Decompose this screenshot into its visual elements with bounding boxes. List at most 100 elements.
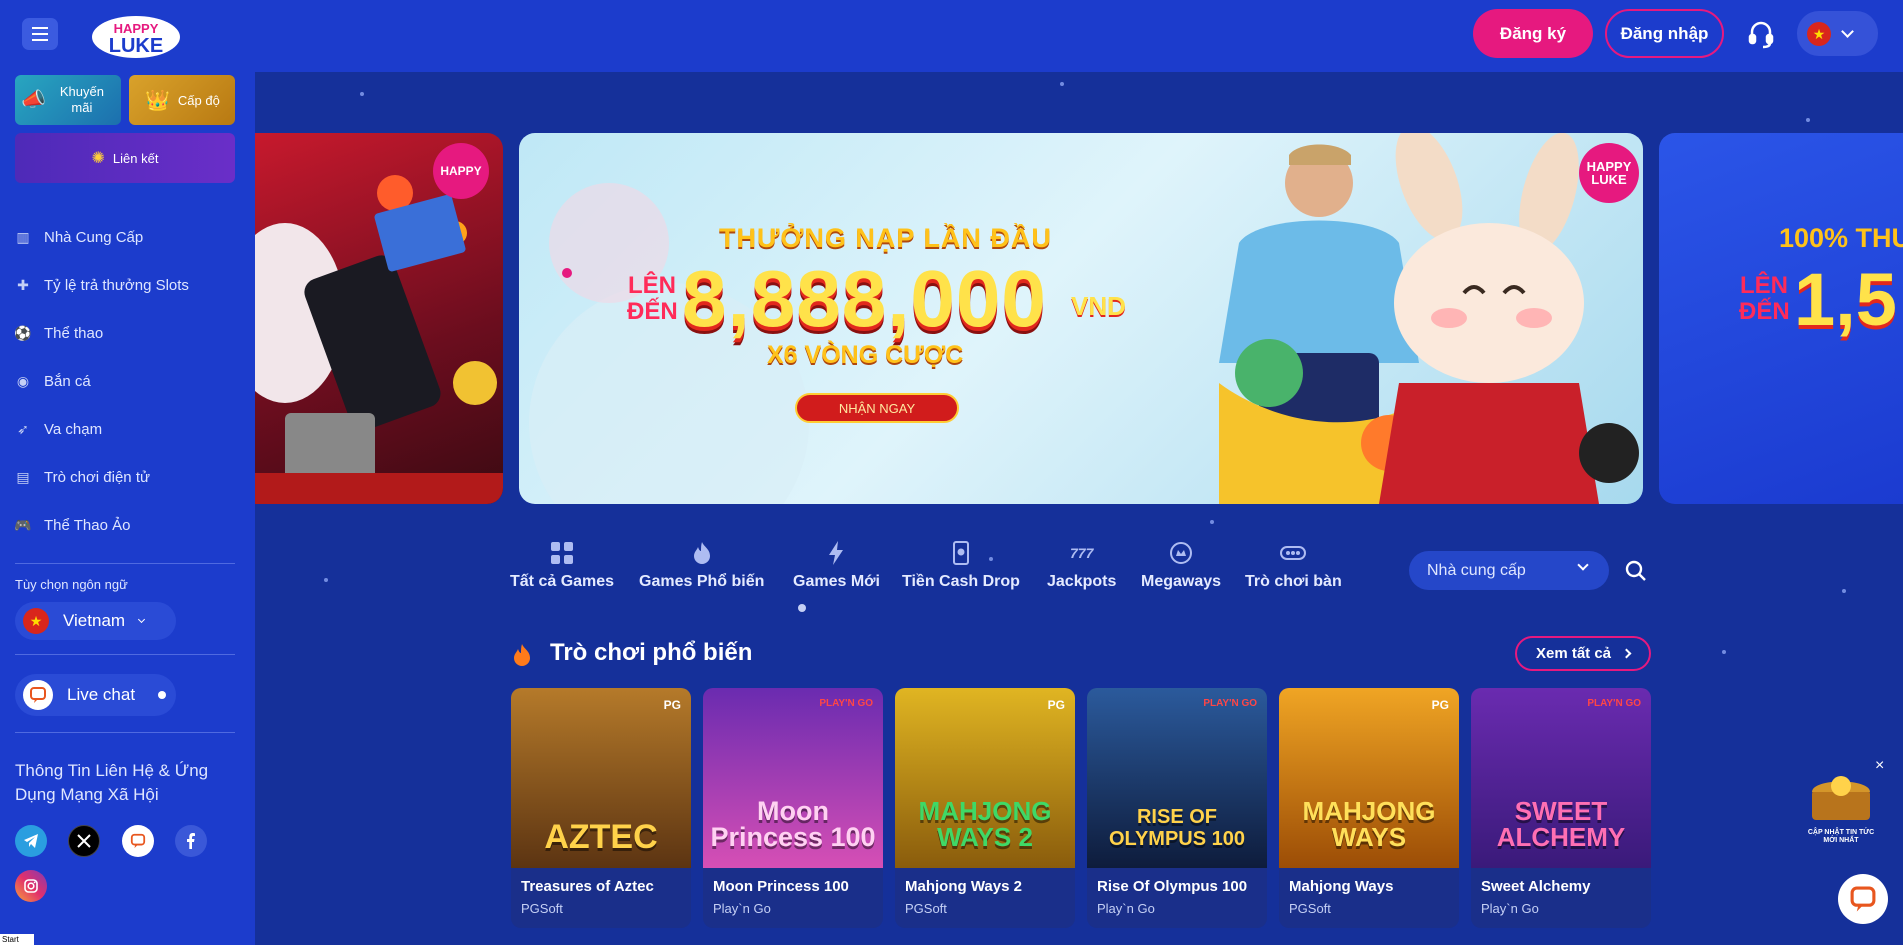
status-dot xyxy=(158,691,166,699)
language-value: Vietnam xyxy=(63,611,126,630)
sidebar-item-label: Bắn cá xyxy=(44,372,91,390)
game-art-title: SWEET ALCHEMY xyxy=(1496,796,1626,852)
language-select[interactable]: ★ Vietnam xyxy=(15,602,176,640)
provider-badge: PLAY'N GO xyxy=(819,698,873,709)
decorative-dot xyxy=(1210,520,1214,524)
search-icon[interactable] xyxy=(1625,560,1647,582)
game-thumbnail: PG AZTEC xyxy=(511,688,691,868)
game-card[interactable]: PG AZTEC Treasures of Aztec PGSoft xyxy=(511,688,691,928)
game-thumbnail: PG MAHJONG WAYS xyxy=(1279,688,1459,868)
fire-icon xyxy=(688,539,716,567)
language-label: Tùy chọn ngôn ngữ xyxy=(15,577,128,592)
affiliate-label: Liên kết xyxy=(112,150,159,166)
tab-popular-games[interactable]: Games Phổ biến xyxy=(639,539,764,599)
banner-prefix: LÊN ĐẾN xyxy=(627,272,678,325)
rocket-icon: ➶ xyxy=(17,420,29,437)
crown-icon: 👑 xyxy=(145,89,170,112)
provider-icon: ▥ xyxy=(16,228,30,245)
claim-now-button[interactable]: NHẬN NGAY xyxy=(795,393,959,423)
provider-filter-placeholder: Nhà cung cấp xyxy=(1427,561,1526,579)
sidebar-item-slots[interactable]: ▤ Trò chơi điện tử xyxy=(14,462,244,492)
level-button[interactable]: 👑 Cấp độ xyxy=(129,75,235,125)
sidebar-item-label: Trò chơi điện tử xyxy=(44,468,151,486)
register-button[interactable]: Đăng ký xyxy=(1473,9,1593,58)
game-name: Treasures of Aztec xyxy=(521,878,654,895)
provider-filter-select[interactable]: Nhà cung cấp xyxy=(1409,551,1609,590)
banner-logo-badge: HAPPY LUKE xyxy=(1579,143,1639,203)
game-card[interactable]: PLAY'N GO Moon Princess 100 Moon Princes… xyxy=(703,688,883,928)
fish-icon: ◉ xyxy=(16,372,30,389)
news-widget-label: CẬP NHẬT TIN TỨC MỚI NHẤT xyxy=(1807,829,1875,844)
headset-support-icon[interactable] xyxy=(1745,18,1777,50)
sidebar-item-provider[interactable]: ▥ Nhà Cung Cấp xyxy=(14,222,244,252)
logo-badge-line1: HAPPY xyxy=(440,164,482,178)
x-twitter-icon[interactable] xyxy=(68,825,100,857)
divider xyxy=(15,654,235,655)
banner-slide-previous[interactable]: HAPPY xyxy=(255,133,503,504)
decorative-dot xyxy=(989,557,993,561)
sidebar-item-slot-rtp[interactable]: ✚ Tỷ lệ trả thưởng Slots xyxy=(14,270,244,300)
game-card[interactable]: PLAY'N GO RISE OF OLYMPUS 100 Rise Of Ol… xyxy=(1087,688,1267,928)
tab-label: Megaways xyxy=(1141,573,1222,590)
sun-icon: ✺ xyxy=(91,150,105,167)
cash-drop-icon xyxy=(947,539,975,567)
next-banner-amount: 1,5 xyxy=(1794,258,1897,341)
banner-slide-next[interactable]: 100% THƯ LÊN ĐẾN 1,5 xyxy=(1659,133,1903,504)
sidebar-item-label: Va chạm xyxy=(44,420,103,438)
game-name: Moon Princess 100 xyxy=(713,878,849,895)
game-card[interactable]: PG MAHJONG WAYS Mahjong Ways PGSoft xyxy=(1279,688,1459,928)
next-banner-prefix: LÊN ĐẾN xyxy=(1739,273,1790,325)
chat-float-button[interactable] xyxy=(1838,874,1888,924)
live-chat-button[interactable]: Live chat xyxy=(15,674,176,716)
happyluke-logo[interactable]: HAPPY LUKE xyxy=(90,10,182,60)
game-thumbnail: PLAY'N GO Moon Princess 100 xyxy=(703,688,883,868)
view-all-button[interactable]: Xem tất cả xyxy=(1515,636,1651,671)
game-card[interactable]: PG MAHJONG WAYS 2 Mahjong Ways 2 PGSoft xyxy=(895,688,1075,928)
sidebar-item-virtual-sports[interactable]: 🎮 Thể Thao Ảo xyxy=(14,510,244,540)
affiliate-button[interactable]: ✺ Liên kết xyxy=(15,133,235,183)
facebook-icon[interactable] xyxy=(175,825,207,857)
banner-prefix-line1: LÊN xyxy=(628,272,676,299)
sidebar-item-sports[interactable]: ⚽ Thể thao xyxy=(14,318,244,348)
game-art-title: AZTEC xyxy=(544,818,658,856)
language-dropdown[interactable]: ★ xyxy=(1797,11,1878,56)
chat-bubble-icon xyxy=(23,680,53,710)
game-name: Rise Of Olympus 100 xyxy=(1097,878,1248,895)
hamburger-menu-button[interactable] xyxy=(22,18,58,50)
sidebar-item-crash[interactable]: ➶ Va chạm xyxy=(14,414,244,444)
login-button[interactable]: Đăng nhập xyxy=(1605,9,1724,58)
treasure-chest-icon xyxy=(1812,776,1870,820)
provider-badge: PLAY'N GO xyxy=(1587,698,1641,709)
game-provider: PGSoft xyxy=(1289,901,1331,916)
tab-megaways[interactable]: Megaways xyxy=(1141,539,1221,599)
chat-app-icon[interactable] xyxy=(122,825,154,857)
table-game-icon xyxy=(1279,539,1307,567)
decorative-dot xyxy=(1806,118,1810,122)
tab-all-games[interactable]: Tất cả Games xyxy=(510,539,614,599)
game-card[interactable]: PLAY'N GO SWEET ALCHEMY Sweet Alchemy Pl… xyxy=(1471,688,1651,928)
sidebar-item-fishing[interactable]: ◉ Bắn cá xyxy=(14,366,244,396)
decorative-dot xyxy=(1842,589,1846,593)
game-art-title: MAHJONG WAYS xyxy=(1302,796,1436,852)
instagram-icon[interactable] xyxy=(15,870,47,902)
tab-table-games[interactable]: Trò chơi bàn xyxy=(1245,539,1342,599)
chevron-right-icon xyxy=(1621,648,1632,659)
tab-jackpots[interactable]: 777 Jackpots xyxy=(1047,539,1116,599)
game-thumbnail: PLAY'N GO RISE OF OLYMPUS 100 xyxy=(1087,688,1267,868)
view-all-label: Xem tất cả xyxy=(1535,645,1612,662)
chevron-down-icon xyxy=(1577,559,1589,571)
slot-machine-icon: ▤ xyxy=(16,468,30,485)
banner-slide-main[interactable]: THƯỞNG NẠP LẦN ĐẦU LÊN ĐẾN 8,888,000 VND… xyxy=(519,133,1643,504)
banner-prefix-line2: ĐẾN xyxy=(627,298,678,325)
top-header: HAPPY LUKE Đăng ký Đăng nhập ★ xyxy=(0,0,1903,72)
banner-amount: 8,888,000 xyxy=(682,254,1047,343)
game-provider: Play`n Go xyxy=(1097,901,1155,916)
promotion-button[interactable]: 📣 Khuyến mãi xyxy=(15,75,121,125)
news-widget[interactable]: CẬP NHẬT TIN TỨC MỚI NHẤT xyxy=(1802,770,1880,844)
sidebar-item-label: Thể Thao Ảo xyxy=(44,516,131,534)
tab-new-games[interactable]: Games Mới xyxy=(793,539,880,599)
tab-cash-drop[interactable]: Tiền Cash Drop xyxy=(902,539,1020,599)
next-banner-prefix-line2: ĐẾN xyxy=(1739,298,1790,325)
banner-unit: VND xyxy=(1071,291,1126,321)
telegram-icon[interactable] xyxy=(15,825,47,857)
